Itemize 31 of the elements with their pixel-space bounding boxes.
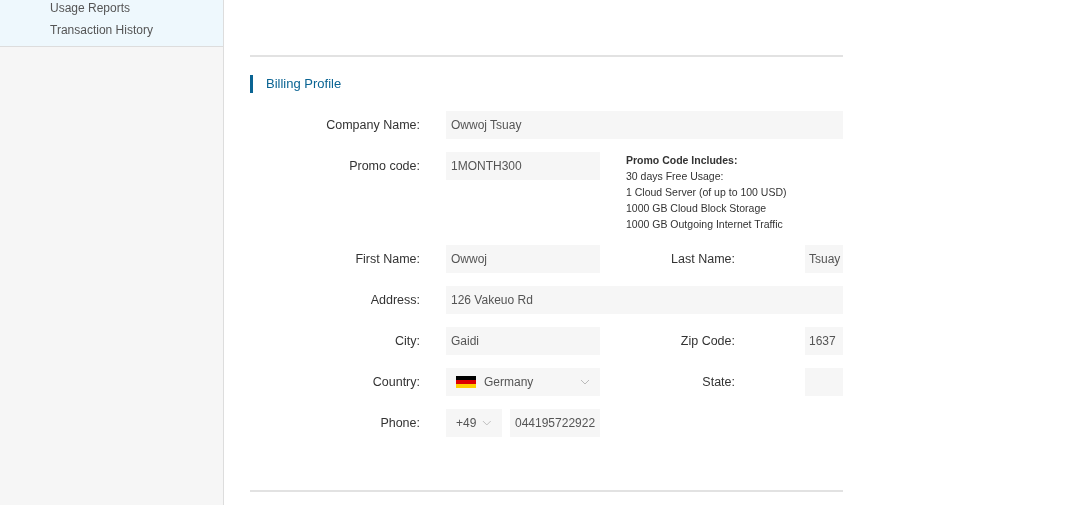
sidebar-link[interactable]: Usage Reports <box>50 0 223 16</box>
field-label: Country: <box>371 375 420 389</box>
field-label: Promo code: <box>348 158 420 175</box>
promo-line: 1 Cloud Server (of up to 100 USD) <box>626 185 787 200</box>
field-label: State: <box>701 375 735 389</box>
field-label: Phone: <box>379 416 420 430</box>
promo-title: Promo Code Includes: <box>626 153 739 168</box>
address-input[interactable]: 126 Vakeuo Rd <box>446 286 843 314</box>
promo-line: 30 days Free Usage: <box>626 169 725 184</box>
chevron-down-icon <box>482 420 492 426</box>
promo-code-input[interactable]: 1MONTH300 <box>446 152 600 180</box>
field-label: Company Name: <box>325 118 420 132</box>
section-heading: Billing Profile <box>250 75 843 93</box>
field-label: Last Name: <box>670 252 735 266</box>
promo-line: 1000 GB Outgoing Internet Traffic <box>626 217 784 232</box>
field-label: First Name: <box>354 252 420 266</box>
promo-line: 1000 GB Cloud Block Storage <box>626 201 768 216</box>
phone-code-select[interactable]: +49 <box>446 409 502 437</box>
field-label: Zip Code: <box>679 334 735 348</box>
field-label: City: <box>394 334 420 348</box>
last-name-input[interactable]: Tsuay <box>805 245 843 273</box>
city-input[interactable]: Gaidi <box>446 327 600 355</box>
flag-icon <box>456 376 476 388</box>
phone-input[interactable]: 044195722922 <box>510 409 600 437</box>
sidebar-link[interactable]: Transaction History <box>50 22 223 38</box>
zip-code-input[interactable]: 1637 <box>805 327 843 355</box>
country-select[interactable]: Germany <box>446 368 600 396</box>
first-name-input[interactable]: Owwoj <box>446 245 600 273</box>
chevron-down-icon <box>580 379 590 385</box>
company-name-input[interactable]: Owwoj Tsuay <box>446 111 843 139</box>
field-label: Address: <box>369 293 420 307</box>
